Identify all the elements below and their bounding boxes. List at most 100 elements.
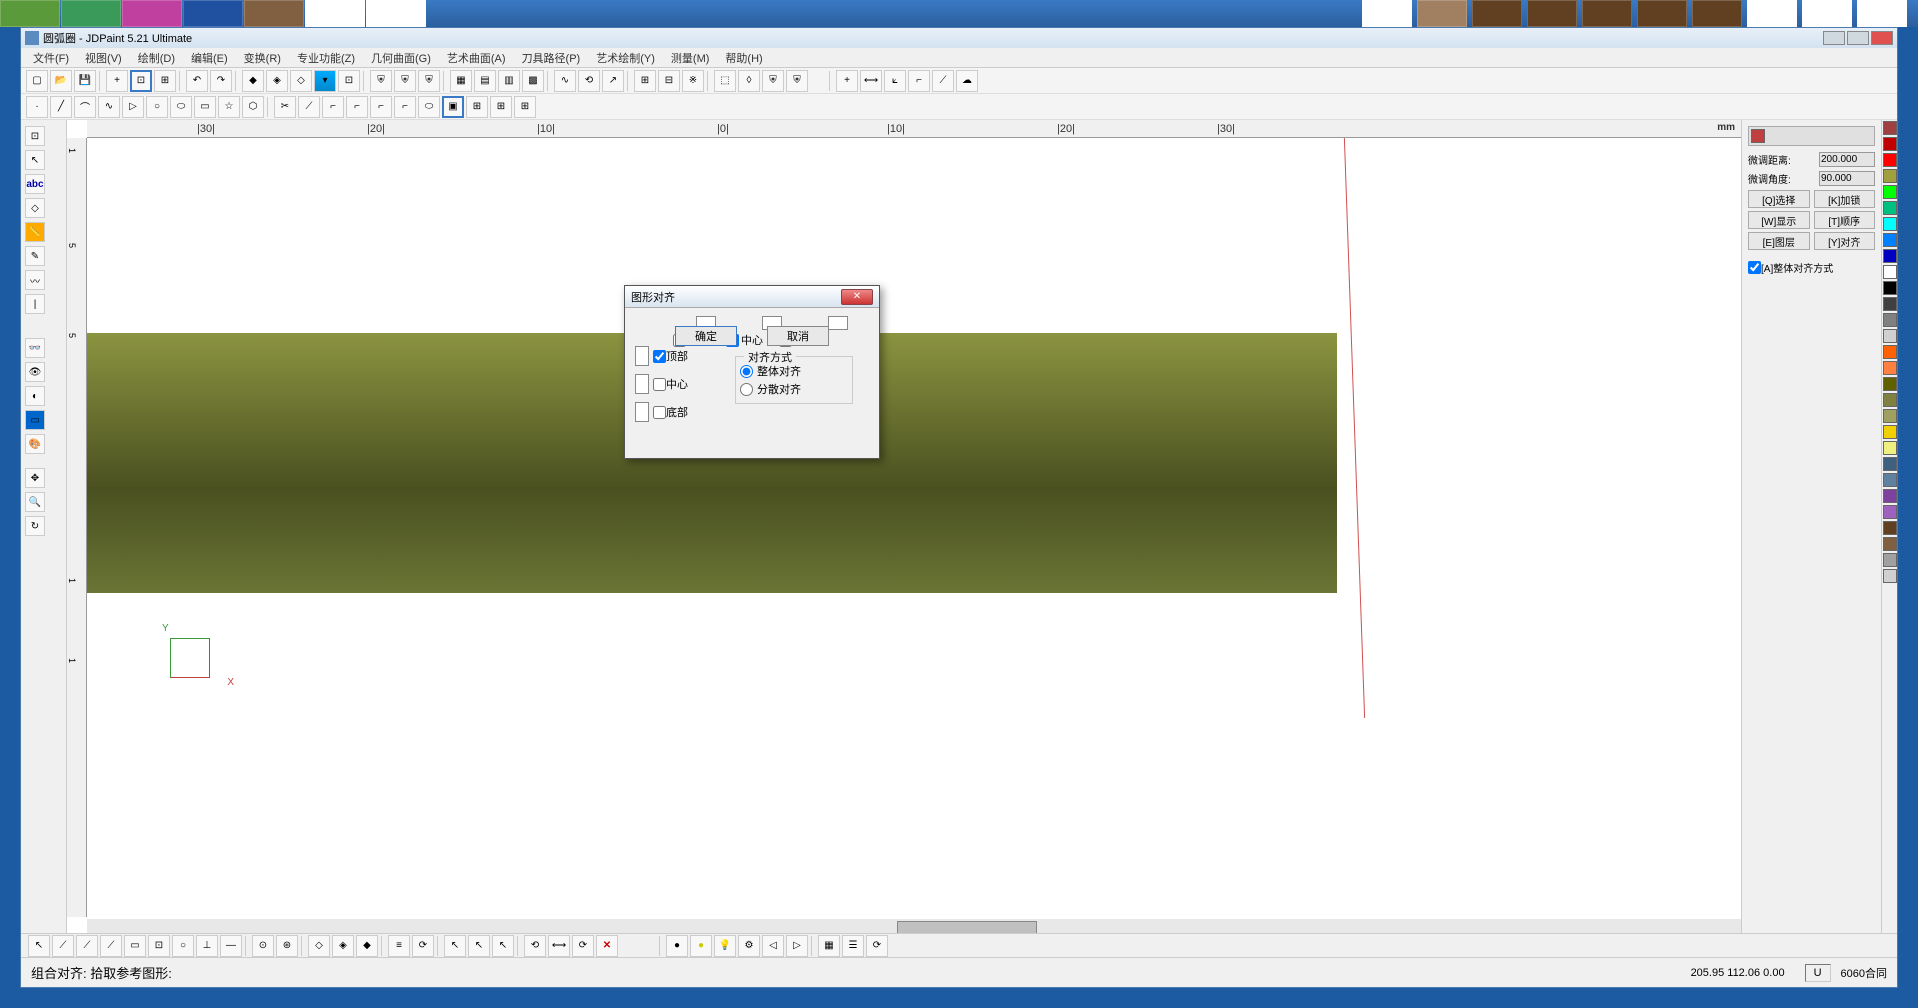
align-bottom-checkbox[interactable] <box>653 406 666 419</box>
color-swatch[interactable] <box>1883 553 1897 567</box>
b-face-icon[interactable]: ⟋ <box>100 935 122 957</box>
mesh-2-icon[interactable]: ⊟ <box>658 70 680 92</box>
snap-point-icon[interactable]: + <box>836 70 858 92</box>
shape-tool-icon[interactable]: ◇ <box>25 198 45 218</box>
maximize-button[interactable] <box>1847 31 1869 45</box>
new-file-icon[interactable]: ▢ <box>26 70 48 92</box>
b-mesh3-icon[interactable]: ◆ <box>356 935 378 957</box>
color-swatch[interactable] <box>1883 313 1897 327</box>
canvas[interactable]: Y X <box>87 138 1741 917</box>
menu-measure[interactable]: 测量(M) <box>663 48 718 68</box>
snap-end-icon[interactable]: ⌐ <box>908 70 930 92</box>
ellipse-icon[interactable]: ⬭ <box>170 96 192 118</box>
b-cursor2-icon[interactable]: ↖ <box>468 935 490 957</box>
mesh-1-icon[interactable]: ⊞ <box>634 70 656 92</box>
b-cursor3-icon[interactable]: ↖ <box>492 935 514 957</box>
lock-button[interactable]: [K]加锁 <box>1814 190 1876 208</box>
color-swatch[interactable] <box>1883 185 1897 199</box>
taskbar-arc-2[interactable] <box>1527 0 1577 27</box>
b-layer3-icon[interactable]: ⟳ <box>866 935 888 957</box>
offset-3-icon[interactable]: ⊞ <box>514 96 536 118</box>
menu-art[interactable]: 艺术曲面(A) <box>439 48 514 68</box>
cancel-button[interactable]: 取消 <box>767 326 829 346</box>
color-swatch[interactable] <box>1883 489 1897 503</box>
corner-3-icon[interactable]: ⌐ <box>370 96 392 118</box>
color-swatch[interactable] <box>1883 473 1897 487</box>
color-swatch[interactable] <box>1883 121 1897 135</box>
window-titlebar[interactable]: 圆弧圈 - JDPaint 5.21 Ultimate <box>21 28 1897 48</box>
b-mesh2-icon[interactable]: ◈ <box>332 935 354 957</box>
panel-color-swatch[interactable] <box>1751 129 1765 143</box>
align-top-checkbox[interactable] <box>653 350 666 363</box>
glasses-icon[interactable]: 👓 <box>25 338 45 358</box>
b-mirror-icon[interactable]: ⟷ <box>548 935 570 957</box>
shield-grey-1-icon[interactable]: ⛨ <box>762 70 784 92</box>
color-swatch[interactable] <box>1883 521 1897 535</box>
shield-3-icon[interactable]: ⛨ <box>418 70 440 92</box>
open-file-icon[interactable]: 📂 <box>50 70 72 92</box>
taskbar-doc-2[interactable] <box>1417 0 1467 27</box>
overall-align-checkbox[interactable] <box>1748 261 1761 274</box>
menu-file[interactable]: 文件(F) <box>25 48 77 68</box>
taskbar-app-3[interactable] <box>122 0 182 27</box>
b-rot-icon[interactable]: ⟳ <box>412 935 434 957</box>
move-icon[interactable]: ✥ <box>25 468 45 488</box>
b-line-icon[interactable]: — <box>220 935 242 957</box>
text-tool-icon[interactable]: abc <box>25 174 45 194</box>
snap-tan-icon[interactable]: ⟋ <box>932 70 954 92</box>
wireframe-icon[interactable]: ⊡ <box>338 70 360 92</box>
color-swatch[interactable] <box>1883 457 1897 471</box>
align-overall-radio[interactable] <box>740 365 753 378</box>
ok-button[interactable]: 确定 <box>675 326 737 346</box>
taskbar-app-7[interactable] <box>366 0 426 27</box>
menu-professional[interactable]: 专业功能(Z) <box>289 48 363 68</box>
grid-2-icon[interactable]: ▤ <box>474 70 496 92</box>
angle-input[interactable] <box>1819 171 1875 186</box>
brush-tool-icon[interactable]: 〰 <box>25 270 45 290</box>
screen-icon[interactable]: ▭ <box>25 410 45 430</box>
slot-icon[interactable]: ⬭ <box>418 96 440 118</box>
align-vcenter-icon[interactable] <box>635 374 649 394</box>
taskbar-arc-3[interactable] <box>1582 0 1632 27</box>
color-swatch[interactable] <box>1883 361 1897 375</box>
color-swatch[interactable] <box>1883 345 1897 359</box>
select-button[interactable]: [Q]选择 <box>1748 190 1810 208</box>
menu-view[interactable]: 视图(V) <box>77 48 130 68</box>
grid-1-icon[interactable]: ▦ <box>450 70 472 92</box>
snap-cloud-icon[interactable]: ☁ <box>956 70 978 92</box>
menu-draw[interactable]: 绘制(D) <box>130 48 183 68</box>
b-node-icon[interactable]: ⊛ <box>276 935 298 957</box>
dialog-close-button[interactable]: ✕ <box>841 289 873 305</box>
color-swatch[interactable] <box>1883 505 1897 519</box>
shield-2-icon[interactable]: ⛨ <box>394 70 416 92</box>
star-icon[interactable]: ☆ <box>218 96 240 118</box>
point-icon[interactable]: · <box>26 96 48 118</box>
render-2-icon[interactable]: ◈ <box>266 70 288 92</box>
b-curve-icon[interactable]: ⟋ <box>76 935 98 957</box>
status-unit-button[interactable]: U <box>1805 964 1831 982</box>
color-swatch[interactable] <box>1883 537 1897 551</box>
b-rect-icon[interactable]: ▭ <box>124 935 146 957</box>
surf-2-icon[interactable]: ◊ <box>738 70 760 92</box>
taskbar-app-2[interactable] <box>61 0 121 27</box>
color-swatch[interactable] <box>1883 409 1897 423</box>
color-swatch[interactable] <box>1883 169 1897 183</box>
color-swatch[interactable] <box>1883 137 1897 151</box>
pencil-tool-icon[interactable]: ✎ <box>25 246 45 266</box>
mesh-3-icon[interactable]: ※ <box>682 70 704 92</box>
select-arrow-icon[interactable]: ↖ <box>25 150 45 170</box>
taskbar-arc-1[interactable] <box>1472 0 1522 27</box>
taskbar-app-1[interactable] <box>0 0 60 27</box>
windows-taskbar[interactable] <box>0 0 1918 27</box>
line-icon[interactable]: ╱ <box>50 96 72 118</box>
taskbar-app-5[interactable] <box>244 0 304 27</box>
color-swatch[interactable] <box>1883 281 1897 295</box>
color-swatch[interactable] <box>1883 233 1897 247</box>
b-nav1-icon[interactable]: ◁ <box>762 935 784 957</box>
dialog-titlebar[interactable]: 图形对齐 ✕ <box>625 286 879 308</box>
path-3-icon[interactable]: ↗ <box>602 70 624 92</box>
b-select-icon[interactable]: ↖ <box>28 935 50 957</box>
align-distribute-radio[interactable] <box>740 383 753 396</box>
snap-1-icon[interactable]: + <box>106 70 128 92</box>
b-light3-icon[interactable]: 💡 <box>714 935 736 957</box>
